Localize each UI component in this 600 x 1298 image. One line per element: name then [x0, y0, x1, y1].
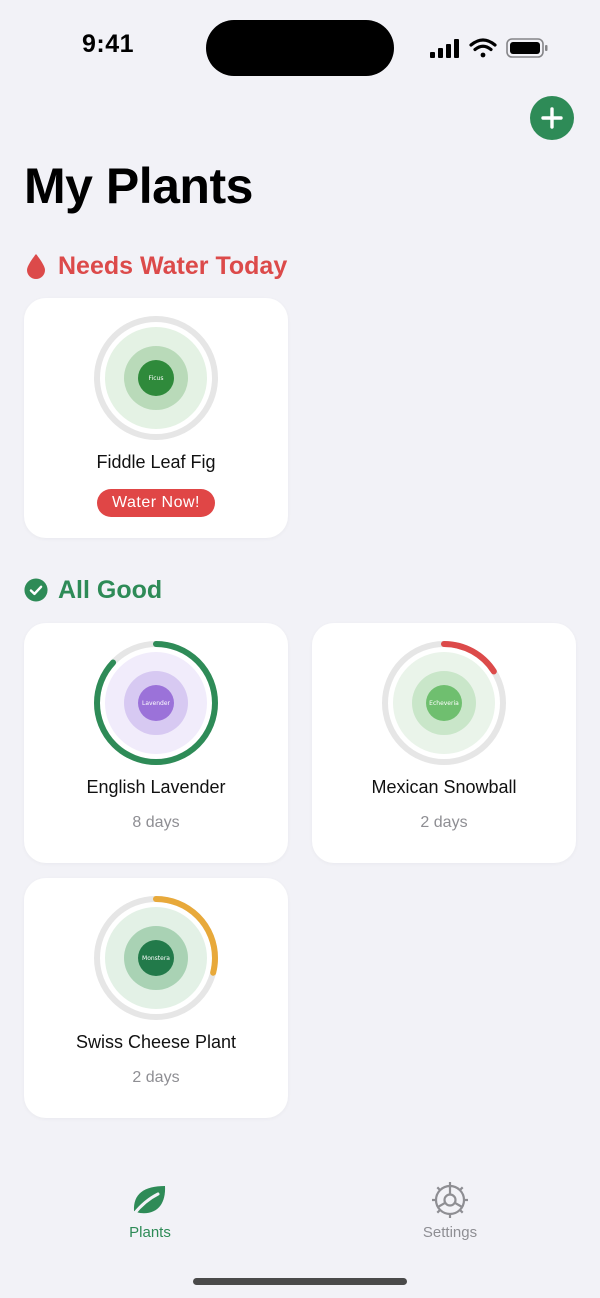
watering-ring: Lavender: [92, 639, 220, 767]
dynamic-island: [206, 20, 394, 76]
section-needs-water: Needs Water Today: [24, 249, 287, 283]
plant-name: English Lavender: [86, 777, 226, 797]
watering-ring: Monstera: [92, 894, 220, 1022]
section-label: Needs Water Today: [58, 251, 288, 280]
plant-name: Mexican Snowball: [371, 777, 517, 797]
water-now-button[interactable]: Water Now!: [97, 489, 215, 517]
leaf-icon: [132, 1186, 166, 1216]
status-time: 9:41: [82, 30, 135, 58]
tab-plants[interactable]: Plants: [80, 1182, 220, 1241]
days-until-water: 8 days: [132, 814, 180, 831]
page-title: My Plants: [24, 158, 253, 214]
add-plant-button[interactable]: [530, 96, 574, 140]
plant-card-swiss-cheese-plant[interactable]: Monstera Swiss Cheese Plant 2 days: [24, 878, 288, 1118]
tab-label: Plants: [129, 1224, 171, 1241]
home-indicator: [193, 1278, 407, 1285]
plant-thumbnail-label: Lavender: [142, 700, 171, 707]
checkmark-circle-icon: [24, 577, 48, 603]
status-icons: [428, 36, 550, 62]
section-all-good: All Good: [24, 573, 162, 607]
days-until-water: 2 days: [420, 814, 468, 831]
section-label: All Good: [58, 575, 163, 604]
gear-icon: [432, 1182, 468, 1218]
cellular-signal-icon: [430, 39, 459, 58]
watering-ring: Echeveria: [380, 639, 508, 767]
plant-thumbnail-label: Ficus: [149, 375, 164, 382]
watering-ring: Ficus: [92, 314, 220, 442]
battery-icon: [506, 38, 548, 58]
plant-card-mexican-snowball[interactable]: Echeveria Mexican Snowball 2 days: [312, 623, 576, 863]
tab-label: Settings: [422, 1224, 478, 1241]
plant-card-english-lavender[interactable]: Lavender English Lavender 8 days: [24, 623, 288, 863]
tab-settings[interactable]: Settings: [380, 1182, 520, 1241]
wifi-icon: [469, 38, 497, 58]
plant-name: Fiddle Leaf Fig: [96, 452, 216, 472]
plant-card-fiddle-leaf-fig[interactable]: Ficus Fiddle Leaf Fig Water Now!: [24, 298, 288, 538]
plus-icon: [541, 107, 563, 129]
water-drop-icon: [24, 253, 48, 279]
days-until-water: 2 days: [132, 1069, 180, 1086]
plant-thumbnail-label: Monstera: [142, 955, 170, 962]
plant-thumbnail-label: Echeveria: [429, 700, 459, 707]
plant-name: Swiss Cheese Plant: [75, 1032, 237, 1052]
status-bar: 9:41: [0, 0, 600, 96]
